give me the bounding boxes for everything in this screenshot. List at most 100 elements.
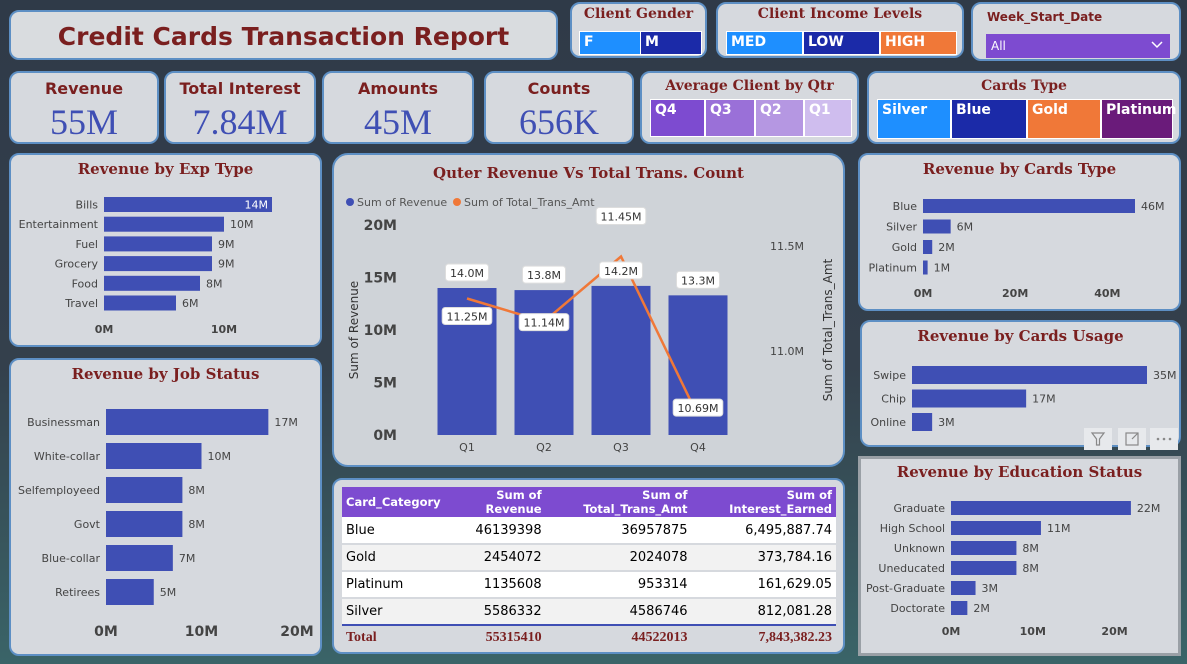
table-cell: Platinum <box>346 577 404 592</box>
category-label: Doctorate <box>890 602 945 615</box>
category-label: Online <box>871 416 907 429</box>
data-label: 5M <box>160 586 177 599</box>
table-header-cell[interactable]: Card_Category <box>342 487 445 517</box>
qtr-option-q1[interactable]: Q1 <box>804 99 852 137</box>
bar <box>923 240 933 254</box>
line-data-label: 11.45M <box>601 211 642 224</box>
cards-type-chart-title: Revenue by Cards Type <box>922 160 1117 178</box>
category-label: Selfemployeed <box>18 484 100 497</box>
data-label: 2M <box>938 241 955 254</box>
focus-mode-icon[interactable] <box>1118 428 1146 450</box>
week-dropdown[interactable]: All <box>986 34 1170 58</box>
category-label: Gold <box>892 241 917 254</box>
kpi-amounts-label: Amounts <box>358 79 438 98</box>
tick-label: 20M <box>1002 287 1028 300</box>
qtr-slicer: Average Client by Qtr Q4 Q3 Q2 Q1 <box>640 71 859 144</box>
data-label: 17M <box>1032 393 1056 406</box>
x-tick-label: Q3 <box>613 441 629 454</box>
tick-label: 0M <box>914 287 933 300</box>
cards-type-chart-card: Revenue by Cards Type Blue 46M Silver 6M Gol… <box>858 153 1181 311</box>
table-header-cell[interactable]: Sum of Revenue <box>445 487 546 517</box>
table-cell: Blue <box>346 522 375 538</box>
data-label: 10M <box>230 218 254 231</box>
category-label: White-collar <box>34 450 101 463</box>
week-slicer: Week_Start_Date All <box>971 2 1181 61</box>
line-series <box>466 254 700 417</box>
bar <box>106 545 173 571</box>
qtr-option-q2[interactable]: Q2 <box>755 99 804 137</box>
kpi-counts-card: Counts 656K <box>484 71 634 144</box>
cards-usage-card: Revenue by Cards Usage Swipe 35M Chip 17M On… <box>860 320 1181 450</box>
cards-type-slicer: Cards Type Silver Blue Gold Platinum <box>867 71 1181 144</box>
category-label: High School <box>880 522 945 535</box>
data-label: 17M <box>274 416 298 429</box>
combo-title: Quter Revenue Vs Total Trans. Count <box>433 164 744 182</box>
cards-type-option-blue-label: Blue <box>956 102 991 118</box>
table-cell: 1135608 <box>483 577 542 592</box>
bar <box>591 285 651 435</box>
income-option-low[interactable]: LOW <box>803 31 880 55</box>
data-label: 3M <box>938 416 955 429</box>
tick-label: 10M <box>185 624 218 640</box>
table-cell: 2024078 <box>629 550 688 565</box>
table-total-cell: Total <box>346 629 377 645</box>
table-cell: 6,495,887.74 <box>745 522 832 538</box>
legend-label: Sum of Total_Trans_Amt <box>464 196 595 209</box>
bar <box>912 389 1027 408</box>
bar <box>923 219 951 234</box>
table-row: Blue 46139398 36957875 6,495,887.74 <box>342 517 836 544</box>
education-chart: Graduate 22M High School 11M Unknown 8M Uneduc… <box>866 501 1161 638</box>
data-label: 14M <box>245 199 269 212</box>
data-label: 8M <box>1022 542 1039 555</box>
income-option-med[interactable]: MED <box>726 31 803 55</box>
income-option-high[interactable]: HIGH <box>880 31 957 55</box>
tick-label: 0M <box>94 624 118 640</box>
cards-type-option-silver[interactable]: Silver <box>877 99 951 139</box>
filter-icon[interactable] <box>1084 428 1112 450</box>
cards-type-option-platinum-label: Platinum <box>1106 102 1177 118</box>
education-title: Revenue by Education Status <box>896 463 1143 481</box>
category-label: Businessman <box>27 416 100 429</box>
table-cell: 161,629.05 <box>757 577 832 592</box>
cards-type-option-gold[interactable]: Gold <box>1027 99 1101 139</box>
category-label: Chip <box>881 393 906 406</box>
table-total-row: Total 55315410 44522013 7,843,382.23 <box>342 625 836 649</box>
y-tick-label: 10M <box>364 323 397 339</box>
qtr-option-q3[interactable]: Q3 <box>705 99 755 137</box>
y-tick-label: 5M <box>373 376 397 392</box>
table-total-cell: 44522013 <box>631 629 688 645</box>
kpi-counts-value: 656K <box>519 102 599 142</box>
data-label: 2M <box>973 602 990 615</box>
bar <box>106 511 183 537</box>
category-label: Blue-collar <box>42 552 101 565</box>
data-label: 8M <box>206 277 223 290</box>
table-header-cell[interactable]: Sum of Total_Trans_Amt <box>546 487 692 517</box>
gender-option-f[interactable]: F <box>579 31 641 55</box>
category-label: Fuel <box>75 238 98 251</box>
education-card[interactable]: Revenue by Education Status Graduate 22M H… <box>858 456 1181 656</box>
kpi-revenue-label: Revenue <box>44 79 124 98</box>
category-label: Uneducated <box>878 562 945 575</box>
cards-type-option-blue[interactable]: Blue <box>951 99 1027 139</box>
more-options-icon[interactable] <box>1150 428 1178 450</box>
data-label: 22M <box>1137 502 1161 515</box>
bar <box>951 501 1131 515</box>
data-label: 8M <box>1022 562 1039 575</box>
gender-slicer: Client Gender F M <box>570 2 707 58</box>
qtr-option-q4[interactable]: Q4 <box>650 99 705 137</box>
cards-type-chart: Blue 46M Silver 6M Gold 2M Platinum 1M0M 20M 40M <box>869 199 1165 300</box>
bar <box>106 409 269 435</box>
gender-option-m[interactable]: M <box>640 31 702 55</box>
cards-type-option-silver-label: Silver <box>882 102 928 118</box>
table-cell: 2454072 <box>483 550 542 565</box>
bar <box>951 601 968 615</box>
bar-data-label: 13.8M <box>527 269 561 282</box>
qtr-option-q4-label: Q4 <box>655 102 677 118</box>
cards-type-option-platinum[interactable]: Platinum <box>1101 99 1177 139</box>
table-header-cell[interactable]: Sum of Interest_Earned <box>692 487 836 517</box>
y-tick-label: 15M <box>364 271 397 287</box>
bar <box>104 256 212 272</box>
bar <box>923 199 1135 213</box>
table-cell: 373,784.16 <box>757 550 832 565</box>
table-cell: 812,081.28 <box>757 604 832 619</box>
